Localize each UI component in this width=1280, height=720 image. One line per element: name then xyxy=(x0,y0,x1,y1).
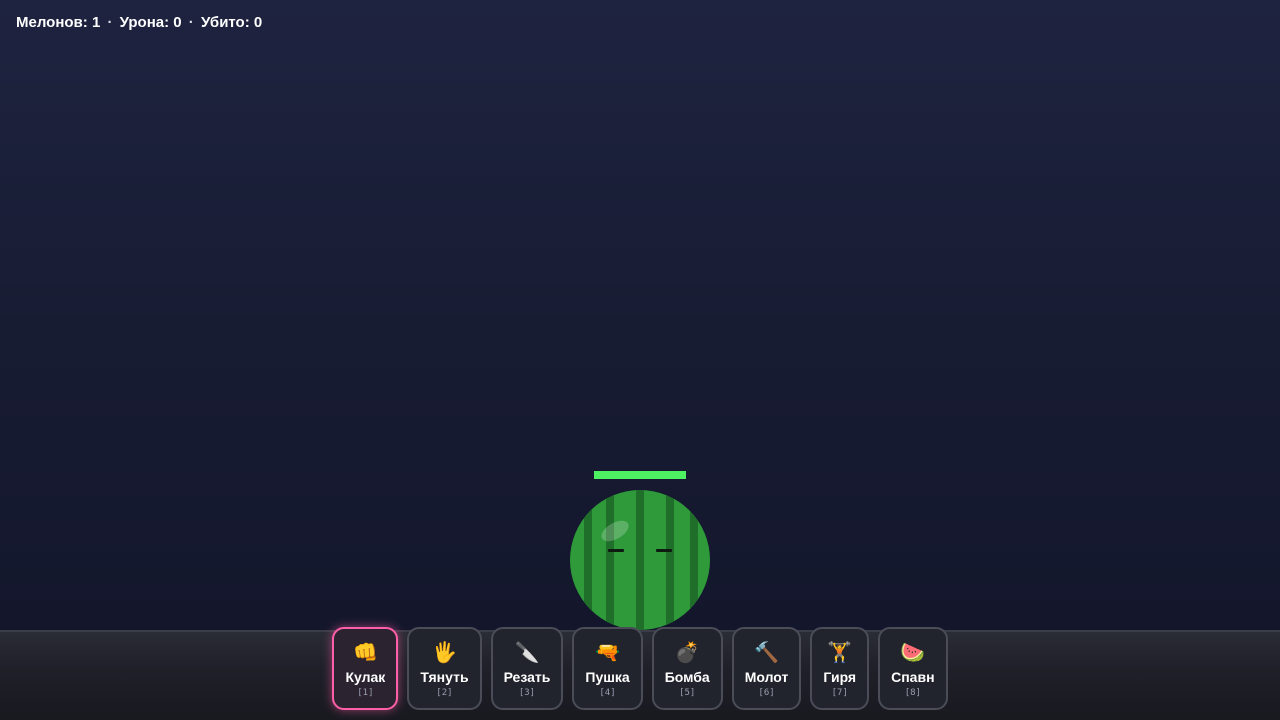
melon-health-bar-fill xyxy=(594,471,686,479)
weight-icon: 🏋 xyxy=(827,642,853,664)
watermelon-icon: 🍉 xyxy=(900,642,926,664)
tool-toolbar: 👊 Кулак [1] 🖐 Тянуть [2] 🔪 Резать [3] 🔫 … xyxy=(0,627,1280,710)
hammer-icon: 🔨 xyxy=(754,642,779,664)
tool-button-hammer[interactable]: 🔨 Молот [6] xyxy=(731,627,802,710)
tool-button-fist[interactable]: 👊 Кулак [1] xyxy=(332,627,399,710)
tool-hotkey: [3] xyxy=(518,688,536,698)
tool-label: Пушка xyxy=(585,669,630,685)
watermelon-right-eye xyxy=(656,549,672,552)
game-scene xyxy=(570,471,710,640)
melons-count: Мелонов: 1 xyxy=(16,14,101,31)
tool-label: Кулак xyxy=(345,669,386,685)
tool-label: Бомба xyxy=(664,669,710,685)
tool-label: Гиря xyxy=(823,669,857,685)
tool-button-bomb[interactable]: 💣 Бомба [5] xyxy=(651,627,723,710)
bomb-icon: 💣 xyxy=(674,642,700,664)
water-gun-icon: 🔫 xyxy=(595,642,620,664)
tool-button-gun[interactable]: 🔫 Пушка [4] xyxy=(572,627,643,710)
stats-separator: · xyxy=(107,14,113,31)
killed-count: Убито: 0 xyxy=(200,14,263,31)
tool-hotkey: [2] xyxy=(436,688,453,698)
hand-icon: 🖐 xyxy=(431,642,457,664)
tool-button-spawn[interactable]: 🍉 Спавн [8] xyxy=(878,627,948,710)
stats-separator: · xyxy=(188,14,194,31)
tool-button-weight[interactable]: 🏋 Гиря [7] xyxy=(810,627,870,710)
stats-bar: Мелонов: 1 · Урона: 0 · Убито: 0 xyxy=(16,14,262,31)
tool-label: Резать xyxy=(503,669,551,685)
tool-hotkey: [4] xyxy=(599,688,616,698)
fist-icon: 👊 xyxy=(352,642,378,664)
tool-label: Спавн xyxy=(891,669,935,685)
tool-hotkey: [8] xyxy=(904,688,921,698)
tool-hotkey: [6] xyxy=(758,688,775,698)
knife-icon: 🔪 xyxy=(514,642,540,664)
tool-button-pull[interactable]: 🖐 Тянуть [2] xyxy=(407,627,482,710)
watermelon-body[interactable] xyxy=(570,490,710,630)
damage-count: Урона: 0 xyxy=(119,14,182,31)
tool-label: Молот xyxy=(744,669,789,685)
melon-health-bar-track xyxy=(594,471,686,479)
watermelon-left-eye xyxy=(608,549,624,552)
tool-button-cut[interactable]: 🔪 Резать [3] xyxy=(490,627,564,710)
tool-label: Тянуть xyxy=(420,669,469,685)
watermelon-stripes xyxy=(584,490,698,630)
tool-hotkey: [1] xyxy=(357,688,374,698)
tool-hotkey: [5] xyxy=(679,688,696,698)
tool-hotkey: [7] xyxy=(831,688,848,698)
watermelon[interactable] xyxy=(570,480,710,640)
watermelon-shine xyxy=(601,520,629,542)
